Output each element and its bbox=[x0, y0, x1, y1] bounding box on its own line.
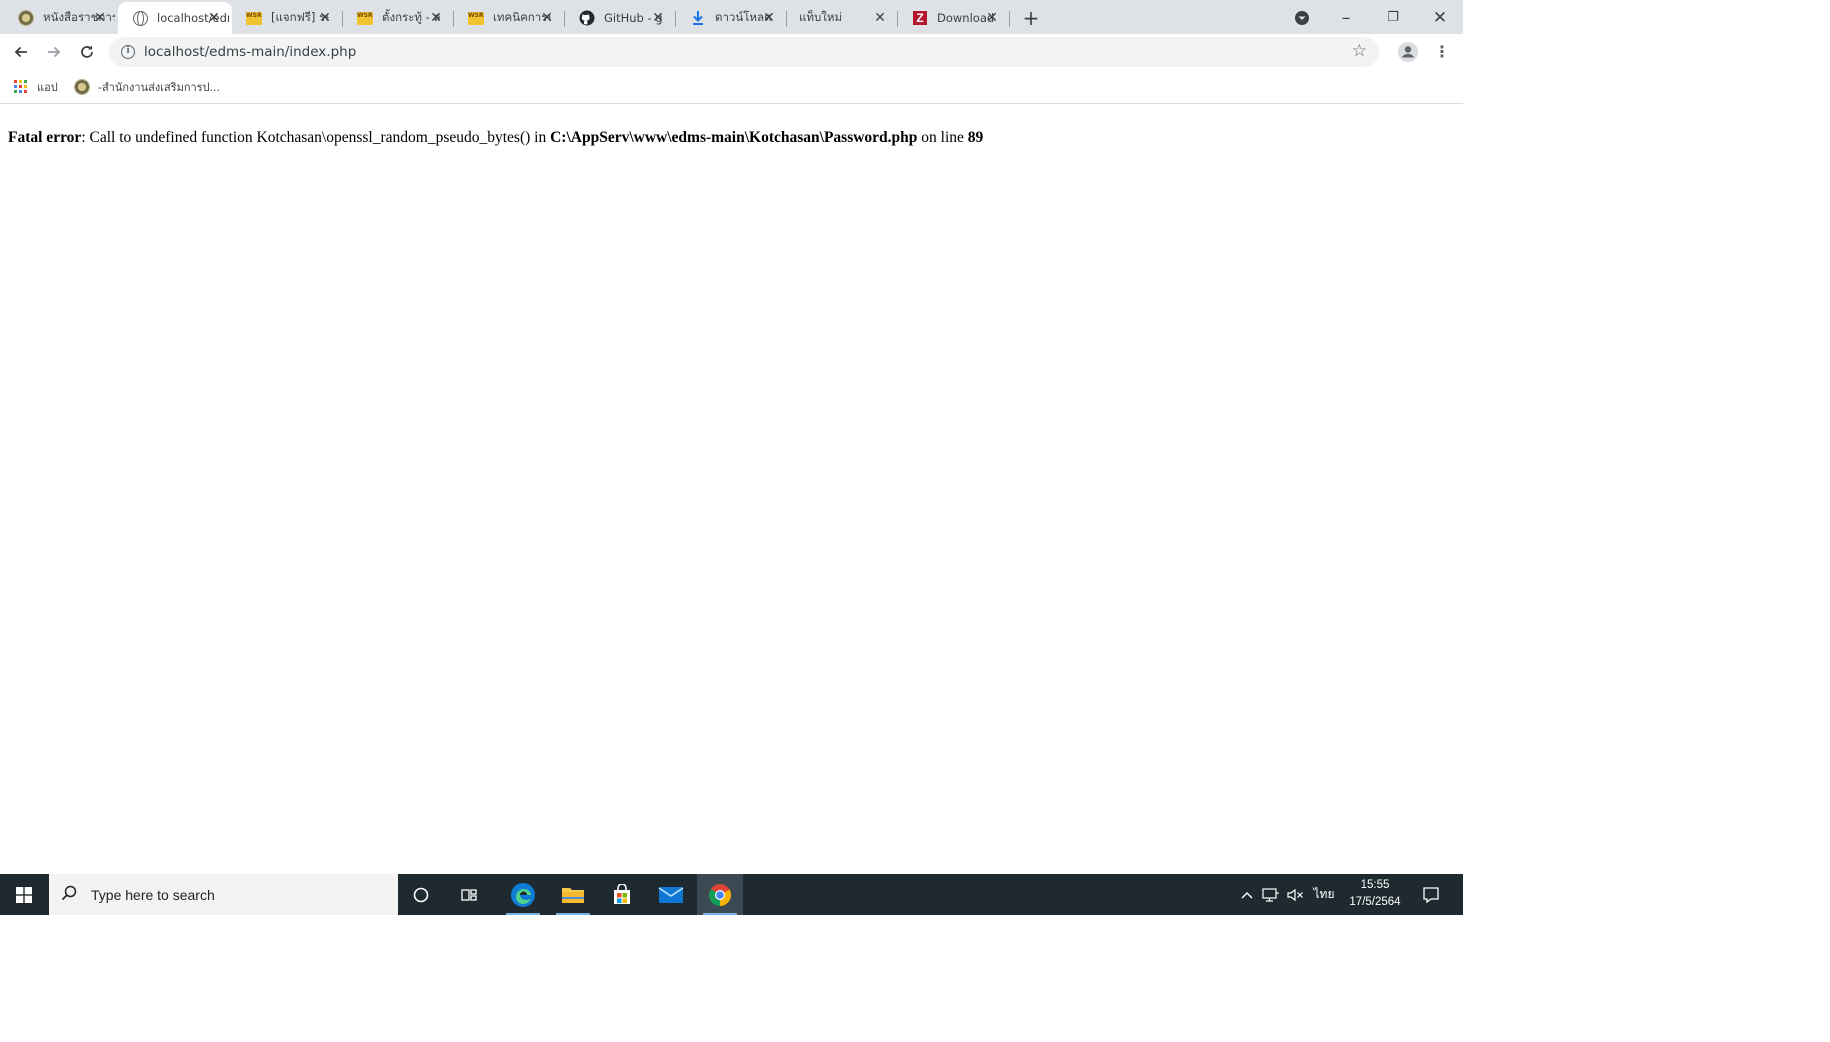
globe-icon bbox=[132, 10, 148, 26]
bookmark-apps[interactable]: แอป bbox=[14, 78, 58, 96]
close-icon[interactable]: ✕ bbox=[984, 10, 1000, 26]
bookmarks-bar: แอป -สำนักงานส่งเสริมการป... bbox=[0, 70, 1463, 104]
new-tab-button[interactable]: + bbox=[1019, 6, 1043, 30]
error-line-text: on line bbox=[917, 129, 968, 146]
filezilla-icon: Z bbox=[912, 10, 928, 26]
store-icon[interactable] bbox=[599, 874, 645, 915]
close-icon[interactable]: ✕ bbox=[872, 10, 888, 26]
error-text: : Call to undefined function Kotchasan\o… bbox=[81, 129, 551, 146]
notification-icon[interactable] bbox=[1416, 874, 1446, 915]
search-placeholder: Type here to search bbox=[91, 886, 215, 903]
tab-6[interactable]: ดาวน์โหลด ✕ bbox=[676, 2, 787, 34]
close-icon[interactable]: ✕ bbox=[317, 10, 333, 26]
windows-taskbar: Type here to search ไทย 15:55 17/5/2564 bbox=[0, 874, 1463, 915]
close-icon[interactable]: ✕ bbox=[206, 10, 222, 26]
tab-title: แท็บใหม่ bbox=[799, 10, 843, 24]
reload-button[interactable] bbox=[76, 41, 98, 63]
clock-time: 15:55 bbox=[1360, 879, 1390, 891]
github-icon bbox=[579, 10, 595, 26]
toolbar: i localhost/edms-main/index.php ☆ ⋮ bbox=[0, 34, 1463, 70]
close-icon[interactable]: ✕ bbox=[761, 10, 777, 26]
error-path: C:\AppServ\www\edms-main\Kotchasan\Passw… bbox=[550, 129, 918, 146]
wsr-icon: WSR bbox=[246, 10, 262, 26]
restore-button[interactable]: ❐ bbox=[1381, 6, 1405, 30]
apps-grid-icon bbox=[14, 80, 28, 94]
tab-3[interactable]: WSR ตั้งกระทู้ - ลงฯ ✕ bbox=[343, 2, 454, 34]
close-icon[interactable]: ✕ bbox=[650, 10, 666, 26]
clock-date: 17/5/2564 bbox=[1349, 896, 1401, 908]
cortana-icon[interactable] bbox=[398, 874, 444, 915]
error-label: Fatal error bbox=[8, 129, 82, 146]
network-icon[interactable] bbox=[1260, 874, 1282, 915]
screen: หนังสือราชการ ✕ localhost/edms-main ✕ WS… bbox=[0, 0, 1463, 915]
profile-button[interactable] bbox=[1397, 41, 1419, 63]
language-indicator[interactable]: ไทย bbox=[1310, 874, 1338, 915]
taskbar-search-box[interactable]: Type here to search bbox=[49, 874, 398, 915]
close-icon[interactable]: ✕ bbox=[92, 10, 108, 26]
back-button[interactable] bbox=[10, 41, 32, 63]
forward-button[interactable] bbox=[43, 41, 65, 63]
close-icon[interactable]: ✕ bbox=[539, 10, 555, 26]
download-icon bbox=[690, 10, 706, 26]
seal-icon bbox=[74, 79, 90, 95]
close-icon[interactable]: ✕ bbox=[428, 10, 444, 26]
menu-kebab-icon[interactable]: ⋮ bbox=[1431, 41, 1453, 63]
tab-5[interactable]: GitHub - go ✕ bbox=[565, 2, 676, 34]
file-explorer-icon[interactable] bbox=[550, 874, 596, 915]
url-text[interactable]: localhost/edms-main/index.php bbox=[144, 44, 356, 60]
start-button[interactable] bbox=[0, 874, 48, 915]
close-window-button[interactable]: ✕ bbox=[1428, 6, 1452, 30]
address-bar[interactable]: i localhost/edms-main/index.php ☆ bbox=[109, 37, 1379, 67]
edge-icon[interactable] bbox=[500, 874, 546, 915]
bookmark-label: แอป bbox=[37, 81, 58, 94]
tab-2[interactable]: WSR [แจกฟรี] ระบบ ✕ bbox=[232, 2, 343, 34]
error-line-number: 89 bbox=[967, 129, 984, 146]
clock[interactable]: 15:55 17/5/2564 bbox=[1340, 877, 1410, 911]
wsr-icon: WSR bbox=[357, 10, 373, 26]
bookmark-label: -สำนักงานส่งเสริมการป... bbox=[98, 81, 221, 94]
wsr-icon: WSR bbox=[468, 10, 484, 26]
page-content: Fatal error: Call to undefined function … bbox=[0, 105, 1463, 874]
chrome-icon[interactable] bbox=[697, 874, 743, 915]
task-view-icon[interactable] bbox=[447, 874, 493, 915]
star-icon[interactable]: ☆ bbox=[1352, 41, 1367, 61]
bookmark-osp[interactable]: -สำนักงานส่งเสริมการป... bbox=[74, 78, 220, 96]
minimize-button[interactable]: – bbox=[1334, 6, 1358, 30]
tab-search-button[interactable] bbox=[1290, 6, 1314, 30]
tab-8[interactable]: Z Download F ✕ bbox=[898, 2, 1010, 34]
seal-icon bbox=[18, 10, 34, 26]
chevron-up-icon[interactable] bbox=[1238, 874, 1256, 915]
tab-4[interactable]: WSR เทคนิคการปรับ ✕ bbox=[454, 2, 565, 34]
mail-icon[interactable] bbox=[648, 874, 694, 915]
info-icon[interactable]: i bbox=[121, 45, 135, 59]
tab-0[interactable]: หนังสือราชการ ✕ bbox=[4, 2, 118, 34]
php-error-message: Fatal error: Call to undefined function … bbox=[8, 129, 983, 147]
tab-1[interactable]: localhost/edms-main ✕ bbox=[118, 2, 232, 34]
tab-strip: หนังสือราชการ ✕ localhost/edms-main ✕ WS… bbox=[0, 0, 1463, 34]
tab-7[interactable]: แท็บใหม่ ✕ bbox=[787, 2, 898, 34]
search-icon bbox=[61, 885, 79, 905]
volume-muted-icon[interactable] bbox=[1284, 874, 1306, 915]
